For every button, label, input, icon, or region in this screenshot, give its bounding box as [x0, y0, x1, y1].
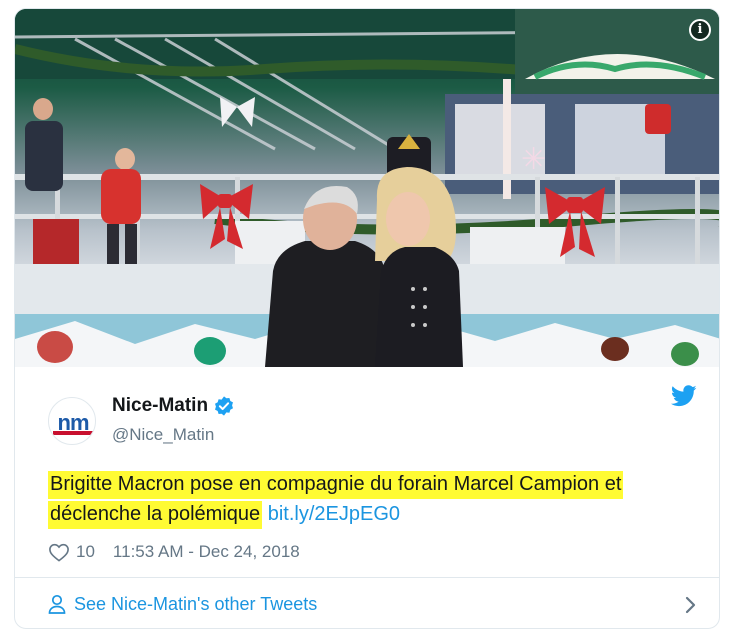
avatar[interactable]: nm	[48, 397, 96, 445]
tweet-text-highlighted-line2: déclenche la polémique	[48, 503, 263, 525]
carousel-scene-illustration: ✳	[15, 9, 719, 367]
tweet-meta: 10 11:53 AM - Dec 24, 2018	[48, 542, 300, 562]
tweet-text-highlighted-line1: Brigitte Macron pose en compagnie du for…	[48, 473, 624, 495]
svg-text:✳: ✳	[521, 142, 546, 177]
tweet-photo[interactable]: ✳ i	[15, 9, 719, 367]
user-handle[interactable]: @Nice_Matin	[112, 425, 214, 445]
avatar-logo-underline	[53, 431, 93, 435]
person-icon	[48, 594, 66, 614]
tweet-text: Brigitte Macron pose en compagnie du for…	[48, 469, 708, 529]
see-other-tweets-label[interactable]: See Nice-Matin's other Tweets	[74, 594, 317, 615]
display-name-line: Nice-Matin	[112, 395, 235, 417]
like-count[interactable]: 10	[76, 542, 95, 562]
info-icon[interactable]: i	[689, 19, 711, 41]
twitter-bird-icon[interactable]	[671, 385, 697, 407]
verified-badge-icon	[215, 396, 234, 416]
display-name[interactable]: Nice-Matin	[112, 395, 208, 417]
heart-icon[interactable]	[48, 542, 70, 562]
see-other-tweets-link[interactable]: See Nice-Matin's other Tweets	[15, 578, 719, 628]
tweet-author[interactable]: nm Nice-Matin @Nice_Matin	[48, 391, 688, 451]
tweet-embed-card: ✳ i nm Nice-Matin @Nice_Matin Brigitte M…	[14, 8, 720, 629]
chevron-right-icon[interactable]	[685, 596, 697, 614]
tweet-timestamp[interactable]: 11:53 AM - Dec 24, 2018	[113, 542, 300, 562]
tweet-short-link[interactable]: bit.ly/2EJpEG0	[268, 503, 400, 525]
